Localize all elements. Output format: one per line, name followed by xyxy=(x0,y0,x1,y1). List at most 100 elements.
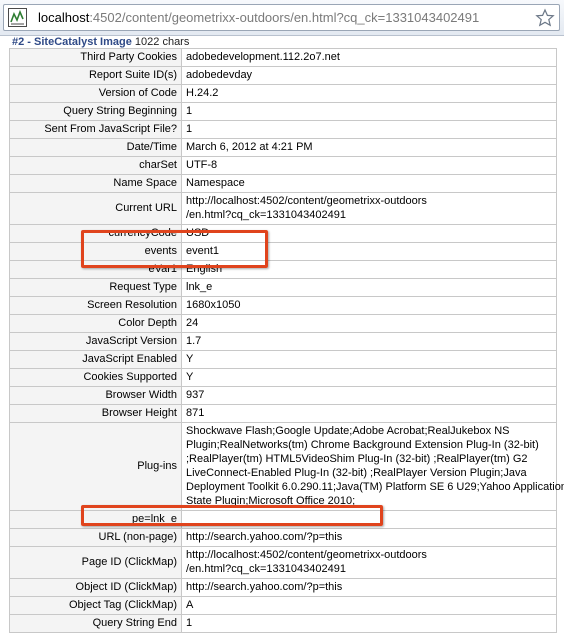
url-path: :4502/content/geometrixx-outdoors/en.htm… xyxy=(89,10,480,25)
row-value-line: 937 xyxy=(186,389,205,401)
row-key: Third Party Cookies xyxy=(9,48,182,67)
row-value: 1680x1050 xyxy=(181,296,557,315)
row-key: Object ID (ClickMap) xyxy=(9,578,182,597)
table-row: Query String Beginning 1 xyxy=(9,102,557,121)
browser-toolbar: localhost:4502/content/geometrixx-outdoo… xyxy=(0,0,564,36)
table-row: URL (non-page) http://search.yahoo.com/?p… xyxy=(9,528,557,547)
row-value-line: 871 xyxy=(186,407,205,419)
row-value-line: /en.html?cq_ck=1331043402491 xyxy=(186,563,346,575)
row-key: Sent From JavaScript File? xyxy=(9,120,182,139)
row-value-line: http://search.yahoo.com/?p=this xyxy=(186,531,343,543)
row-value-line: State Plugin;Microsoft Office 2010; xyxy=(186,495,356,507)
row-value: 1 xyxy=(181,614,557,633)
row-value: http://search.yahoo.com/?p=this xyxy=(181,528,557,547)
row-value-line: USD xyxy=(186,227,210,239)
page-icon xyxy=(8,8,27,27)
row-value: Y xyxy=(181,350,557,369)
row-key: JavaScript Version xyxy=(9,332,182,351)
row-value: Shockwave Flash;Google Update;Adobe Acro… xyxy=(181,422,564,511)
table-row: eVar1 English xyxy=(9,260,557,279)
table-row: JavaScript Enabled Y xyxy=(9,350,557,369)
table-row: Name Space Namespace xyxy=(9,174,557,193)
row-value: http://localhost:4502/content/geometrixx… xyxy=(181,546,557,579)
row-value: 1 xyxy=(181,120,557,139)
row-value-line: Namespace xyxy=(186,177,245,189)
row-value: 24 xyxy=(181,314,557,333)
row-value: UTF-8 xyxy=(181,156,557,175)
row-key: Name Space xyxy=(9,174,182,193)
row-key: URL (non-page) xyxy=(9,528,182,547)
row-key: Query String End xyxy=(9,614,182,633)
row-key: currencyCode xyxy=(9,224,182,243)
row-key: Version of Code xyxy=(9,84,182,103)
row-key: Browser Height xyxy=(9,404,182,423)
row-value-line: http://localhost:4502/content/geometrixx… xyxy=(186,549,427,561)
row-key: Color Depth xyxy=(9,314,182,333)
row-value-line: 1 xyxy=(186,123,193,135)
url-text[interactable]: localhost:4502/content/geometrixx-outdoo… xyxy=(38,10,479,26)
table-row: Third Party Cookies adobedevelopment.112.… xyxy=(9,48,557,67)
row-value-line: ;RealPlayer(tm) HTML5VideoShim Plug-In (… xyxy=(186,453,528,465)
row-value-line xyxy=(186,512,552,526)
url-host: localhost xyxy=(38,10,90,25)
row-value xyxy=(181,510,557,529)
section-char-count: 1022 chars xyxy=(134,36,190,48)
row-value: http://search.yahoo.com/?p=this xyxy=(181,578,557,597)
row-value-line: 1 xyxy=(186,617,193,629)
row-value: 1.7 xyxy=(181,332,557,351)
table-row: Object Tag (ClickMap) A xyxy=(9,596,557,615)
star-icon[interactable] xyxy=(535,8,555,28)
table-row: Current URL http://localhost:4502/content… xyxy=(9,192,557,225)
row-value-line: http://localhost:4502/content/geometrixx… xyxy=(186,195,427,207)
table-row: Date/Time March 6, 2012 at 4:21 PM xyxy=(9,138,557,157)
row-value: USD xyxy=(181,224,557,243)
row-value-line: Plugin;RealNetworks(tm) Chrome Backgroun… xyxy=(186,439,539,451)
row-value-line: UTF-8 xyxy=(186,159,218,171)
row-value-line: 24 xyxy=(186,317,199,329)
table-row: Browser Height 871 xyxy=(9,404,557,423)
row-key: Browser Width xyxy=(9,386,182,405)
table-row: Browser Width 937 xyxy=(9,386,557,405)
row-key: Page ID (ClickMap) xyxy=(9,546,182,579)
row-value-line: lnk_e xyxy=(186,281,213,293)
row-value-line: LiveConnect-Enabled Plug-In (32-bit) ;Re… xyxy=(186,467,527,479)
row-key: Screen Resolution xyxy=(9,296,182,315)
row-value-line: http://search.yahoo.com/?p=this xyxy=(186,581,343,593)
table-row: Cookies Supported Y xyxy=(9,368,557,387)
section-header: #2 - SiteCatalyst Image 1022 chars xyxy=(12,36,189,48)
table-row: JavaScript Version 1.7 xyxy=(9,332,557,351)
row-key: Query String Beginning xyxy=(9,102,182,121)
row-key: Date/Time xyxy=(9,138,182,157)
row-value-line: Deployment Toolkit 6.0.290.11;Java(TM) P… xyxy=(186,481,564,493)
parameter-table: Third Party Cookies adobedevelopment.112.… xyxy=(9,48,564,633)
table-row: Sent From JavaScript File? 1 xyxy=(9,120,557,139)
row-value-line: English xyxy=(186,263,223,275)
row-value-line: 1 xyxy=(186,105,193,117)
row-value: Namespace xyxy=(181,174,557,193)
row-value-line: Shockwave Flash;Google Update;Adobe Acro… xyxy=(186,425,510,437)
row-value: Y xyxy=(181,368,557,387)
row-value: 937 xyxy=(181,386,557,405)
row-key: pe=lnk_e xyxy=(9,510,182,529)
table-row: Version of Code H.24.2 xyxy=(9,84,557,103)
address-bar[interactable]: localhost:4502/content/geometrixx-outdoo… xyxy=(3,4,560,31)
table-row: pe=lnk_e xyxy=(9,510,557,529)
table-row: events event1 xyxy=(9,242,557,261)
section-title: SiteCatalyst Image xyxy=(34,36,132,48)
row-value-line: 1680x1050 xyxy=(186,299,241,311)
row-key: Report Suite ID(s) xyxy=(9,66,182,85)
table-row: Plug-ins Shockwave Flash;Google Update;Ad… xyxy=(9,422,564,511)
row-value-line: event1 xyxy=(186,245,220,257)
parameter-table-body: Third Party Cookies adobedevelopment.112.… xyxy=(9,48,564,633)
section-separator: - xyxy=(24,36,35,48)
row-key: Cookies Supported xyxy=(9,368,182,387)
row-value: http://localhost:4502/content/geometrixx… xyxy=(181,192,557,225)
row-value-line: adobedevday xyxy=(186,69,253,81)
table-row: currencyCode USD xyxy=(9,224,557,243)
row-value: March 6, 2012 at 4:21 PM xyxy=(181,138,557,157)
row-value: 1 xyxy=(181,102,557,121)
row-value-line: adobedevelopment.112.2o7.net xyxy=(186,51,340,63)
row-value-line: 1.7 xyxy=(186,335,202,347)
section-number: #2 xyxy=(12,36,25,48)
row-value-line: A xyxy=(186,599,194,611)
